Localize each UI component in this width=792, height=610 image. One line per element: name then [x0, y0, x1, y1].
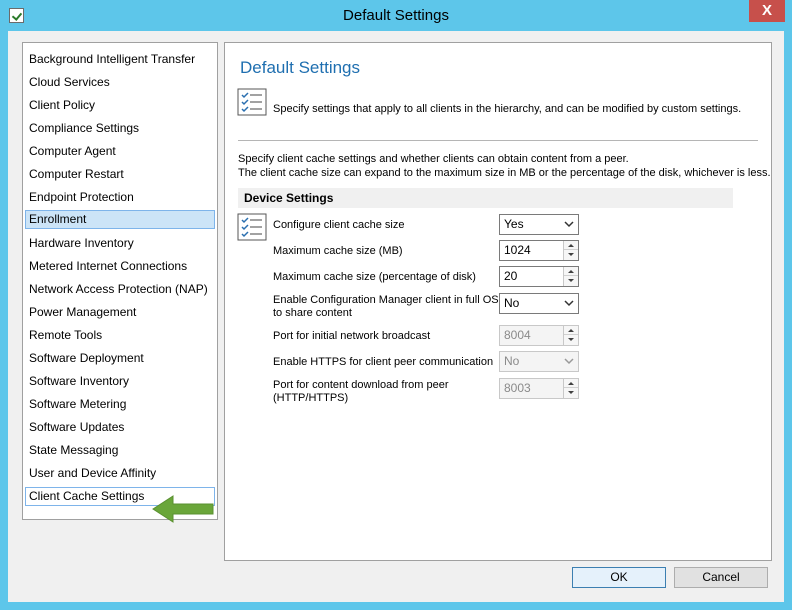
page-description: Specify settings that apply to all clien… — [273, 103, 742, 115]
nav-item-user-device-affinity[interactable]: User and Device Affinity — [25, 464, 215, 483]
nav-item-remote-tools[interactable]: Remote Tools — [25, 326, 215, 345]
content-download-port-stepper[interactable]: 8003 — [499, 378, 579, 399]
nav-item-software-deployment[interactable]: Software Deployment — [25, 349, 215, 368]
spin-down-icon[interactable] — [564, 335, 578, 344]
title-bar[interactable]: Default Settings X — [0, 0, 792, 31]
settings-content-panel: Default Settings Specify settings that a… — [224, 42, 772, 561]
spin-up-icon[interactable] — [564, 267, 578, 276]
checklist-icon — [237, 213, 267, 241]
label-line: Enable Configuration Manager client in f… — [273, 294, 499, 306]
max-cache-mb-value: 1024 — [504, 243, 531, 257]
enable-peer-cache-select[interactable]: No — [499, 293, 579, 314]
nav-item-state-messaging[interactable]: State Messaging — [25, 441, 215, 460]
spin-down-icon[interactable] — [564, 388, 578, 397]
checklist-icon — [237, 88, 267, 116]
spin-up-icon[interactable] — [564, 326, 578, 335]
cache-info-text: Specify client cache settings and whethe… — [238, 152, 771, 180]
broadcast-port-value: 8004 — [504, 328, 531, 342]
label-line: to share content — [273, 307, 352, 319]
broadcast-port-stepper[interactable]: 8004 — [499, 325, 579, 346]
label-max-cache-percent: Maximum cache size (percentage of disk) — [273, 271, 476, 283]
spin-up-icon[interactable] — [564, 241, 578, 250]
nav-item-cloud-services[interactable]: Cloud Services — [25, 73, 215, 92]
ok-button[interactable]: OK — [572, 567, 666, 588]
enable-https-select[interactable]: No — [499, 351, 579, 372]
device-settings-header: Device Settings — [238, 188, 733, 208]
divider — [238, 140, 758, 141]
chevron-down-icon — [564, 221, 574, 228]
settings-nav-list: Background Intelligent Transfer Cloud Se… — [22, 42, 218, 523]
nav-item-software-updates[interactable]: Software Updates — [25, 418, 215, 437]
label-line: Port for content download from peer — [273, 379, 449, 391]
label-enable-https: Enable HTTPS for client peer communicati… — [273, 356, 494, 368]
max-cache-percent-value: 20 — [504, 269, 518, 283]
chevron-down-icon — [564, 300, 574, 307]
close-button[interactable]: X — [749, 0, 785, 22]
spin-buttons — [563, 241, 578, 260]
spin-down-icon[interactable] — [564, 250, 578, 259]
enable-https-value: No — [504, 354, 520, 368]
nav-item-nap[interactable]: Network Access Protection (NAP) — [25, 280, 215, 299]
nav-item-software-metering[interactable]: Software Metering — [25, 395, 215, 414]
label-content-download-port: Port for content download from peer (HTT… — [273, 379, 448, 405]
label-configure-cache-size: Configure client cache size — [273, 219, 405, 231]
info-line-2: The client cache size can expand to the … — [238, 167, 771, 179]
green-arrow-icon — [152, 495, 214, 523]
nav-item-metered-internet[interactable]: Metered Internet Connections — [25, 257, 215, 276]
nav-item-computer-agent[interactable]: Computer Agent — [25, 142, 215, 161]
max-cache-mb-stepper[interactable]: 1024 — [499, 240, 579, 261]
nav-item-power-management[interactable]: Power Management — [25, 303, 215, 322]
nav-item-enrollment[interactable]: Enrollment — [25, 210, 215, 229]
cancel-button[interactable]: Cancel — [674, 567, 768, 588]
configure-cache-size-select[interactable]: Yes — [499, 214, 579, 235]
dialog-body: Background Intelligent Transfer Cloud Se… — [8, 31, 784, 602]
spin-up-icon[interactable] — [564, 379, 578, 388]
label-broadcast-port: Port for initial network broadcast — [273, 330, 431, 342]
label-line: (HTTP/HTTPS) — [273, 392, 349, 404]
nav-item-computer-restart[interactable]: Computer Restart — [25, 165, 215, 184]
spin-buttons — [563, 379, 578, 398]
label-max-cache-mb: Maximum cache size (MB) — [273, 245, 403, 257]
nav-item-hardware-inventory[interactable]: Hardware Inventory — [25, 234, 215, 253]
spin-buttons — [563, 267, 578, 286]
nav-item-endpoint-protection[interactable]: Endpoint Protection — [25, 188, 215, 207]
enable-peer-cache-value: No — [504, 296, 520, 310]
nav-item-client-policy[interactable]: Client Policy — [25, 96, 215, 115]
max-cache-percent-stepper[interactable]: 20 — [499, 266, 579, 287]
nav-item-compliance-settings[interactable]: Compliance Settings — [25, 119, 215, 138]
configure-cache-size-value: Yes — [504, 217, 524, 231]
info-line-1: Specify client cache settings and whethe… — [238, 153, 629, 165]
label-enable-peer-cache: Enable Configuration Manager client in f… — [273, 294, 499, 320]
dialog-window: Default Settings X Background Intelligen… — [0, 0, 792, 610]
content-download-port-value: 8003 — [504, 381, 531, 395]
spin-buttons — [563, 326, 578, 345]
page-title: Default Settings — [240, 58, 361, 77]
nav-item-bits[interactable]: Background Intelligent Transfer — [25, 50, 215, 69]
window-title: Default Settings — [343, 7, 449, 24]
chevron-down-icon — [564, 358, 574, 365]
spin-down-icon[interactable] — [564, 276, 578, 285]
nav-item-software-inventory[interactable]: Software Inventory — [25, 372, 215, 391]
